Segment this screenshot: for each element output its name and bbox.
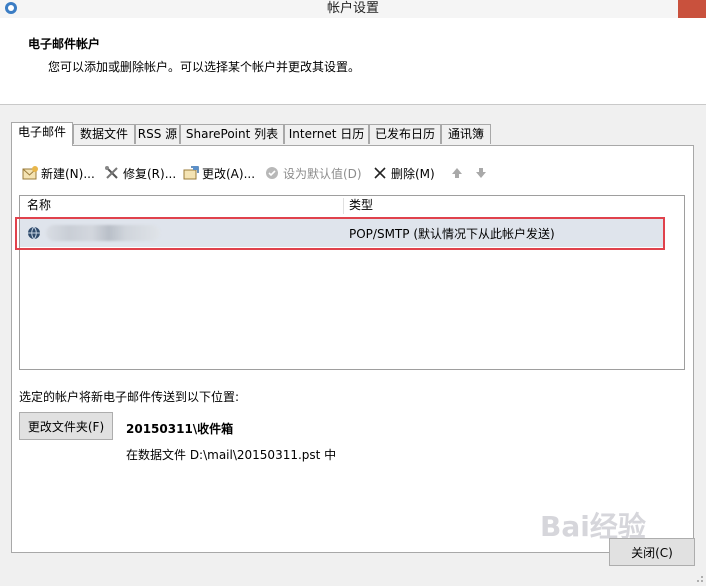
change-account-label: 更改(A)...	[202, 166, 256, 181]
highlight-annotation	[15, 217, 665, 250]
tab-address-books[interactable]: 通讯簿	[441, 124, 491, 144]
change-settings-icon	[183, 166, 199, 180]
arrow-up-icon	[452, 168, 462, 178]
arrow-down-icon	[476, 168, 486, 178]
close-button[interactable]: 关闭(C)	[609, 538, 695, 566]
resize-grip-icon[interactable]	[692, 571, 704, 583]
new-account-button[interactable]: 新建(N)...	[22, 163, 95, 183]
tab-sharepoint-lists[interactable]: SharePoint 列表	[180, 124, 284, 144]
set-default-button[interactable]: 设为默认值(D)	[264, 163, 362, 183]
new-account-label: 新建(N)...	[41, 166, 95, 181]
remove-account-label: 删除(M)	[391, 166, 435, 181]
delivery-folder-name: 20150311\收件箱	[126, 422, 234, 436]
window-title: 帐户设置	[326, 1, 379, 16]
new-mail-icon	[22, 166, 38, 180]
delete-x-icon	[374, 167, 386, 179]
window-close-button[interactable]	[678, 0, 706, 18]
header-title: 电子邮件帐户	[28, 37, 101, 51]
column-header-name[interactable]: 名称	[27, 196, 51, 215]
checkmark-circle-icon	[266, 167, 278, 179]
move-down-button[interactable]	[473, 163, 492, 183]
remove-account-button[interactable]: 删除(M)	[372, 163, 435, 183]
tools-icon	[105, 166, 118, 179]
tab-data-files[interactable]: 数据文件	[73, 124, 135, 144]
tab-internet-calendars[interactable]: Internet 日历	[284, 124, 369, 144]
account-list[interactable]: 名称 类型 POP/SMTP (默认情况下从此帐户发送)	[15, 195, 685, 370]
dialog-header: 电子邮件帐户 您可以添加或删除帐户。可以选择某个帐户并更改其设置。	[0, 18, 706, 105]
tab-rss-feeds[interactable]: RSS 源	[135, 124, 180, 144]
change-folder-button[interactable]: 更改文件夹(F)	[19, 412, 113, 440]
repair-account-label: 修复(R)...	[123, 166, 177, 181]
move-up-button[interactable]	[449, 163, 468, 183]
header-description: 您可以添加或删除帐户。可以选择某个帐户并更改其设置。	[48, 60, 361, 74]
column-divider	[343, 198, 344, 214]
tab-email[interactable]: 电子邮件	[11, 122, 73, 146]
repair-account-button[interactable]: 修复(R)...	[104, 163, 176, 183]
delivery-location-label: 选定的帐户将新电子邮件传送到以下位置:	[19, 390, 240, 404]
tab-published-calendars[interactable]: 已发布日历	[369, 124, 441, 144]
column-header-type[interactable]: 类型	[349, 196, 373, 215]
title-bar: 帐户设置	[0, 0, 706, 18]
change-account-button[interactable]: 更改(A)...	[183, 163, 255, 183]
delivery-data-file-path: 在数据文件 D:\mail\20150311.pst 中	[126, 448, 337, 462]
account-settings-dialog: 帐户设置 电子邮件帐户 您可以添加或删除帐户。可以选择某个帐户并更改其设置。 电…	[0, 0, 706, 586]
set-default-label: 设为默认值(D)	[283, 166, 362, 181]
